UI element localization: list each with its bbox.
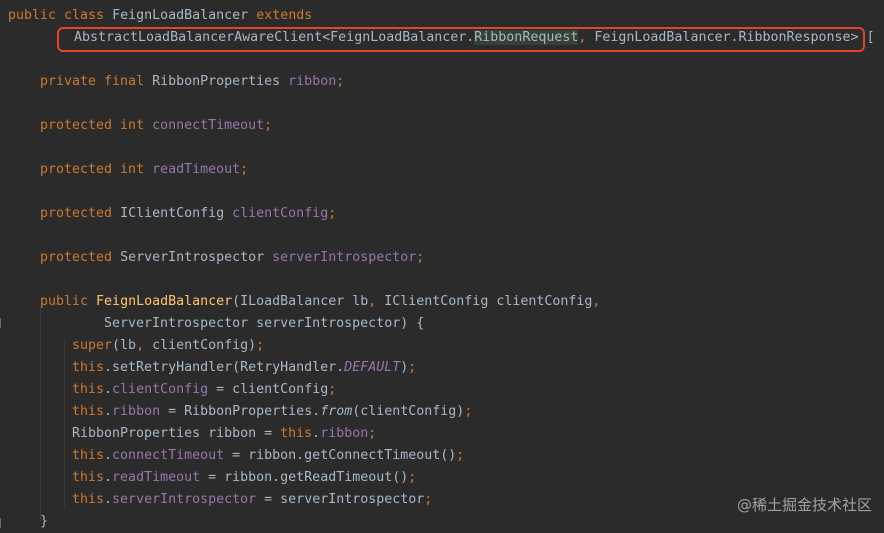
code-token: . — [104, 448, 113, 463]
code-token: DEFAULT — [344, 360, 401, 375]
code-token: = serverIntrospector — [256, 492, 425, 507]
code-editor[interactable]: public class FeignLoadBalancer extends Ab… — [0, 0, 884, 531]
code-line[interactable]: ServerIntrospector serverIntrospector) { — [104, 313, 424, 335]
highlight-box — [57, 27, 865, 52]
code-line[interactable]: public FeignLoadBalancer(ILoadBalancer l… — [40, 291, 600, 313]
code-token: (lb — [112, 338, 137, 353]
code-token: this — [72, 492, 105, 507]
code-token: this — [72, 448, 105, 463]
code-token: protected — [40, 250, 121, 265]
code-token: . — [104, 404, 113, 419]
code-token: = clientConfig — [208, 382, 329, 397]
code-token: protected int — [40, 118, 153, 133]
code-token: serverIntrospector — [272, 250, 417, 265]
code-line[interactable]: protected IClientConfig clientConfig; — [40, 203, 336, 225]
code-token: ; — [416, 250, 425, 265]
watermark: @稀土掘金技术社区 — [736, 496, 872, 514]
code-token: FeignLoadBalancer — [112, 8, 257, 23]
code-token: ; — [424, 492, 433, 507]
indent-guide — [40, 306, 41, 522]
code-line[interactable]: private final RibbonProperties ribbon; — [40, 71, 344, 93]
code-token: RibbonProperties — [152, 74, 289, 89]
code-token: = ribbon.getReadTimeout() — [200, 470, 409, 485]
code-token: public class — [8, 8, 113, 23]
code-token: ; — [368, 426, 377, 441]
code-line[interactable]: RibbonProperties ribbon = this.ribbon; — [72, 423, 376, 445]
fold-marker[interactable] — [0, 518, 7, 528]
code-token: } — [40, 514, 49, 529]
code-token: [ — [866, 30, 875, 45]
code-line[interactable]: this.clientConfig = clientConfig; — [72, 379, 336, 401]
code-token: ; — [408, 470, 417, 485]
code-token: IClientConfig — [120, 206, 233, 221]
code-line[interactable]: super(lb, clientConfig); — [72, 335, 264, 357]
code-token: = RibbonProperties. — [160, 404, 321, 419]
code-line[interactable]: this.setRetryHandler(RetryHandler.DEFAUL… — [72, 357, 416, 379]
code-token: IClientConfig clientConfig — [384, 294, 593, 309]
code-token: this — [72, 360, 105, 375]
code-token: . — [104, 492, 113, 507]
code-token: = ribbon.getConnectTimeout() — [224, 448, 457, 463]
code-token: ribbon — [320, 426, 369, 441]
code-line[interactable]: } — [40, 511, 48, 533]
code-token: public — [40, 294, 97, 309]
code-token: ; — [464, 404, 473, 419]
code-token: clientConfig — [232, 206, 329, 221]
code-line[interactable]: protected ServerIntrospector serverIntro… — [40, 247, 424, 269]
code-token: readTimeout — [152, 162, 241, 177]
code-token: from — [320, 404, 353, 419]
code-token: connectTimeout — [152, 118, 265, 133]
code-token: ; — [328, 206, 337, 221]
code-token: this — [280, 426, 313, 441]
code-token: .setRetryHandler(RetryHandler. — [104, 360, 345, 375]
code-token: (clientConfig) — [352, 404, 465, 419]
code-line[interactable]: protected int connectTimeout; — [40, 115, 272, 137]
code-token: ribbon — [112, 404, 161, 419]
code-token: FeignLoadBalancer — [96, 294, 233, 309]
indent-guide — [64, 338, 65, 510]
code-token: ; — [256, 338, 265, 353]
code-token: , — [136, 338, 153, 353]
code-token: , — [592, 294, 601, 309]
code-token: extends — [256, 8, 313, 23]
code-token: private final — [40, 74, 153, 89]
code-line[interactable]: this.ribbon = RibbonProperties.from(clie… — [72, 401, 472, 423]
code-line[interactable]: this.connectTimeout = ribbon.getConnectT… — [72, 445, 464, 467]
code-token: , — [368, 294, 385, 309]
code-token: ; — [264, 118, 273, 133]
code-token: clientConfig) — [152, 338, 257, 353]
code-token: this — [72, 382, 105, 397]
code-line[interactable]: public class FeignLoadBalancer extends — [8, 5, 312, 27]
code-token: RibbonProperties ribbon = — [72, 426, 281, 441]
code-token: this — [72, 404, 105, 419]
code-token: connectTimeout — [112, 448, 225, 463]
code-line[interactable]: this.serverIntrospector = serverIntrospe… — [72, 489, 432, 511]
code-line[interactable]: protected int readTimeout; — [40, 159, 248, 181]
code-token: protected — [40, 206, 121, 221]
code-token: ; — [456, 448, 465, 463]
code-token: ServerIntrospector serverIntrospector) { — [104, 316, 425, 331]
code-token: readTimeout — [112, 470, 201, 485]
code-token: . — [312, 426, 321, 441]
code-token: ServerIntrospector — [120, 250, 273, 265]
code-token: ; — [336, 74, 345, 89]
code-token: this — [72, 470, 105, 485]
code-token: ribbon — [288, 74, 337, 89]
code-token: ; — [328, 382, 337, 397]
code-token: clientConfig — [112, 382, 209, 397]
code-token: protected int — [40, 162, 153, 177]
code-token: . — [104, 470, 113, 485]
fold-marker[interactable] — [0, 318, 7, 328]
code-token: . — [104, 382, 113, 397]
code-token: ; — [240, 162, 249, 177]
code-token: super — [72, 338, 113, 353]
code-line[interactable]: this.readTimeout = ribbon.getReadTimeout… — [72, 467, 416, 489]
code-token: ; — [408, 360, 417, 375]
code-token: serverIntrospector — [112, 492, 257, 507]
code-token: (ILoadBalancer lb — [232, 294, 369, 309]
